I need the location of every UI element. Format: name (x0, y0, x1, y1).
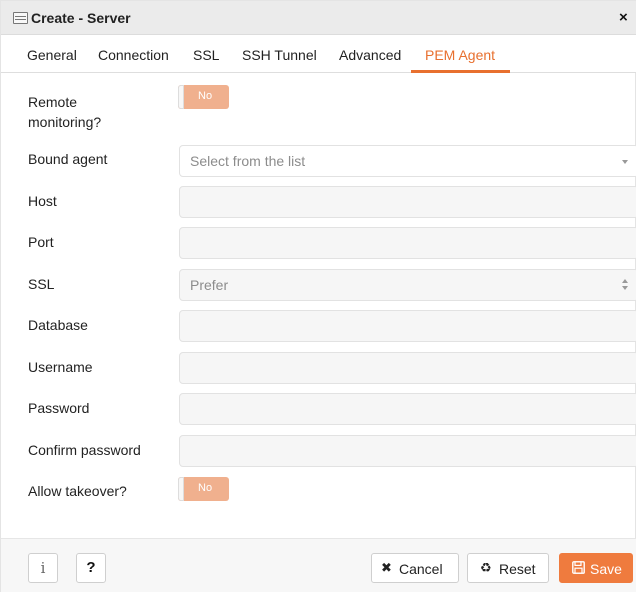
password-label: Password (28, 400, 90, 416)
remote-monitoring-toggle[interactable]: No (178, 85, 229, 109)
tab-pem-agent[interactable]: PEM Agent (425, 47, 495, 63)
sort-arrows-icon (622, 279, 628, 292)
ssl-selected-value: Prefer (190, 277, 229, 293)
ssl-label: SSL (28, 276, 55, 292)
remote-monitoring-label-line1: Remote (28, 94, 78, 110)
close-icon: ✖ (381, 560, 392, 575)
dialog-title: Create - Server (31, 10, 131, 26)
toggle-knob (178, 85, 184, 109)
cancel-button-label: Cancel (399, 561, 443, 577)
floppy-disk-icon (572, 561, 585, 577)
info-icon: i (40, 559, 46, 577)
recycle-icon: ♻ (480, 560, 492, 575)
dialog-titlebar: Create - Server × (1, 1, 636, 35)
username-label: Username (28, 359, 93, 375)
ssl-select[interactable]: Prefer (179, 269, 636, 301)
close-button[interactable]: × (619, 9, 628, 26)
tab-connection[interactable]: Connection (98, 47, 169, 63)
confirm-password-input[interactable] (179, 435, 636, 467)
remote-monitoring-label-line2: monitoring? (28, 114, 102, 130)
allow-takeover-toggle[interactable]: No (178, 477, 229, 501)
info-button[interactable]: i (28, 553, 58, 583)
chevron-down-icon (622, 160, 628, 164)
help-icon: ? (86, 559, 96, 576)
toggle-knob (178, 477, 184, 501)
server-icon (13, 12, 28, 24)
database-input[interactable] (179, 310, 636, 342)
tab-general[interactable]: General (27, 47, 77, 63)
tab-ssh-tunnel[interactable]: SSH Tunnel (242, 47, 317, 63)
tab-bar: General Connection SSL SSH Tunnel Advanc… (1, 35, 636, 73)
active-tab-indicator (411, 70, 510, 73)
allow-takeover-label: Allow takeover? (28, 483, 127, 499)
reset-button-label: Reset (499, 561, 536, 577)
username-input[interactable] (179, 352, 636, 384)
create-server-dialog: Create - Server × General Connection SSL… (0, 0, 636, 592)
remote-monitoring-toggle-label: No (198, 90, 213, 102)
bound-agent-select[interactable]: Select from the list (179, 145, 636, 177)
port-input[interactable] (179, 227, 636, 259)
help-button[interactable]: ? (76, 553, 106, 583)
port-label: Port (28, 234, 54, 250)
allow-takeover-toggle-label: No (198, 482, 213, 494)
host-label: Host (28, 193, 57, 209)
save-button-label: Save (590, 561, 622, 577)
tab-ssl[interactable]: SSL (193, 47, 219, 63)
database-label: Database (28, 317, 88, 333)
confirm-password-label: Confirm password (28, 442, 141, 458)
bound-agent-placeholder: Select from the list (190, 153, 306, 169)
bound-agent-label: Bound agent (28, 151, 108, 167)
host-input[interactable] (179, 186, 636, 218)
cancel-button[interactable]: ✖ Cancel (371, 553, 459, 583)
reset-button[interactable]: ♻ Reset (467, 553, 549, 583)
tab-advanced[interactable]: Advanced (339, 47, 401, 63)
password-input[interactable] (179, 393, 636, 425)
save-button[interactable]: Save (559, 553, 633, 583)
